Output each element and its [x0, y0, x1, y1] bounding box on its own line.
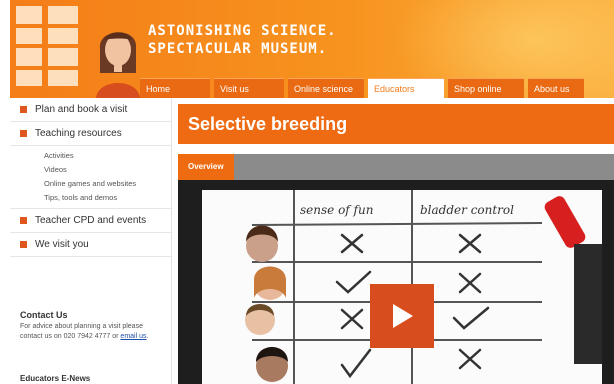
- page-title: Selective breeding: [188, 114, 348, 134]
- sidebar-item-label: Teacher CPD and events: [35, 215, 147, 226]
- video-player[interactable]: sense of fun bladder control: [178, 180, 614, 384]
- contact-text-end: .: [146, 333, 149, 340]
- nav-shop-online[interactable]: Shop online: [448, 78, 524, 98]
- sidebar: Plan and book a visit Teaching resources…: [10, 98, 172, 384]
- email-us-link[interactable]: email us: [120, 333, 146, 340]
- play-icon: [393, 304, 413, 328]
- tagline-line-1: ASTONISHING SCIENCE.: [148, 23, 337, 39]
- nav-home[interactable]: Home: [140, 78, 210, 98]
- news-title[interactable]: Educators E-News: [20, 374, 90, 383]
- bullet-icon: [20, 217, 27, 224]
- nav-online-science[interactable]: Online science: [288, 78, 364, 98]
- sidebar-item-teaching-resources[interactable]: Teaching resources: [10, 122, 171, 146]
- bullet-icon: [20, 241, 27, 248]
- sidebar-item-label: Plan and book a visit: [35, 104, 128, 115]
- play-button[interactable]: [370, 284, 434, 348]
- nav-visit-us[interactable]: Visit us: [214, 78, 284, 98]
- page-title-bar: Selective breeding: [178, 104, 614, 144]
- teaching-resources-submenu: Activities Videos Online games and websi…: [10, 146, 171, 209]
- tab-overview[interactable]: Overview: [178, 154, 234, 180]
- face-photos: [245, 225, 288, 382]
- submenu-item-online-games[interactable]: Online games and websites: [44, 177, 171, 191]
- contact-text: For advice about planning a visit please…: [20, 322, 165, 342]
- marker-pen: [544, 196, 604, 364]
- contact-block: Contact Us For advice about planning a v…: [20, 310, 165, 342]
- tagline-line-2: SPECTACULAR MUSEUM.: [148, 41, 328, 57]
- nav-educators[interactable]: Educators: [368, 78, 444, 98]
- sidebar-item-teacher-cpd[interactable]: Teacher CPD and events: [10, 209, 171, 233]
- sidebar-item-we-visit-you[interactable]: We visit you: [10, 233, 171, 257]
- sidebar-item-label: We visit you: [35, 239, 89, 250]
- header-portrait-image: [92, 18, 144, 98]
- main-nav: Home Visit us Online science Educators S…: [140, 78, 584, 98]
- science-museum-logo[interactable]: [16, 6, 84, 88]
- bullet-icon: [20, 130, 27, 137]
- submenu-item-tips-tools[interactable]: Tips, tools and demos: [44, 191, 171, 205]
- tagline: ASTONISHING SCIENCE. SPECTACULAR MUSEUM.: [148, 22, 337, 58]
- submenu-item-videos[interactable]: Videos: [44, 163, 171, 177]
- sidebar-item-label: Teaching resources: [35, 128, 122, 139]
- column-heading-sense-of-fun: sense of fun: [300, 203, 373, 217]
- tab-strip: Overview: [178, 154, 614, 180]
- contact-title: Contact Us: [20, 310, 68, 320]
- column-heading-bladder-control: bladder control: [420, 203, 514, 217]
- bullet-icon: [20, 106, 27, 113]
- nav-about-us[interactable]: About us: [528, 78, 584, 98]
- submenu-item-activities[interactable]: Activities: [44, 149, 171, 163]
- sidebar-item-plan-visit[interactable]: Plan and book a visit: [10, 98, 171, 122]
